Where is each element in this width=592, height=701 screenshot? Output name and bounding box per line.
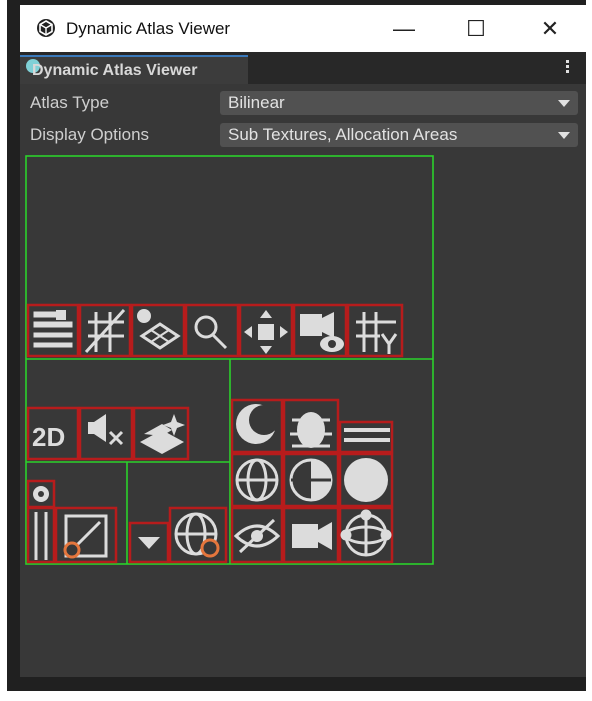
2d-toggle-icon: 2D — [32, 422, 65, 452]
allocation-areas — [25, 155, 434, 565]
close-button[interactable]: ✕ — [530, 15, 570, 43]
tab-dynamic-atlas-viewer[interactable]: Dynamic Atlas Viewer — [20, 55, 248, 84]
scale-tool-icon — [63, 514, 108, 559]
minimize-button[interactable]: — — [384, 15, 424, 43]
moon-icon — [236, 404, 279, 444]
window-titlebar: Dynamic Atlas Viewer — ☐ ✕ — [20, 5, 586, 52]
grid-snap-icon — [356, 312, 398, 354]
layers-grid-icon — [137, 309, 181, 350]
lines-icon — [344, 428, 390, 442]
window-title: Dynamic Atlas Viewer — [66, 19, 231, 38]
display-options-dropdown[interactable]: Sub Textures, Allocation Areas — [220, 123, 578, 147]
bug-icon — [290, 412, 332, 448]
move-tool-icon — [244, 310, 288, 354]
atlas-icons: 2D — [32, 308, 398, 560]
atlas-type-dropdown[interactable]: Bilinear — [220, 91, 578, 115]
camera-visibility-icon — [300, 312, 344, 352]
editor-panel: Dynamic Atlas Viewer Atlas Type Bilinear… — [20, 52, 586, 677]
eye-hidden-icon — [233, 518, 281, 554]
audio-mute-icon — [88, 414, 124, 446]
more-options-icon[interactable] — [564, 58, 570, 78]
lighting-effects-icon — [140, 414, 185, 454]
shading-pattern-icon — [84, 308, 126, 354]
chevron-down-icon — [558, 132, 570, 139]
display-options-label: Display Options — [30, 125, 150, 144]
settings-sliders-icon — [33, 310, 73, 348]
dropdown-arrow-icon — [138, 537, 160, 549]
atlas-type-label: Atlas Type — [30, 93, 110, 112]
display-options-value: Sub Textures, Allocation Areas — [228, 125, 458, 144]
atlas-type-value: Bilinear — [228, 93, 285, 112]
tab-bar: Dynamic Atlas Viewer — [20, 52, 586, 84]
atlas-preview: 2D — [25, 155, 434, 565]
globe-icon — [235, 458, 279, 502]
chevron-down-icon — [558, 100, 570, 107]
orbit-icon — [340, 509, 392, 557]
search-icon — [194, 315, 228, 350]
tab-label: Dynamic Atlas Viewer — [32, 62, 198, 79]
slider-knob-icon — [33, 486, 49, 560]
display-options-row: Display Options Sub Textures, Allocation… — [20, 121, 586, 149]
sphere-icon — [344, 458, 388, 502]
sub-textures — [26, 303, 404, 564]
maximize-button[interactable]: ☐ — [456, 15, 496, 43]
globe-settings-icon — [174, 512, 220, 558]
unity-logo-icon — [37, 19, 55, 37]
globe-shaded-icon — [289, 458, 333, 502]
video-camera-icon — [292, 522, 332, 550]
atlas-type-row: Atlas Type Bilinear — [20, 89, 586, 117]
